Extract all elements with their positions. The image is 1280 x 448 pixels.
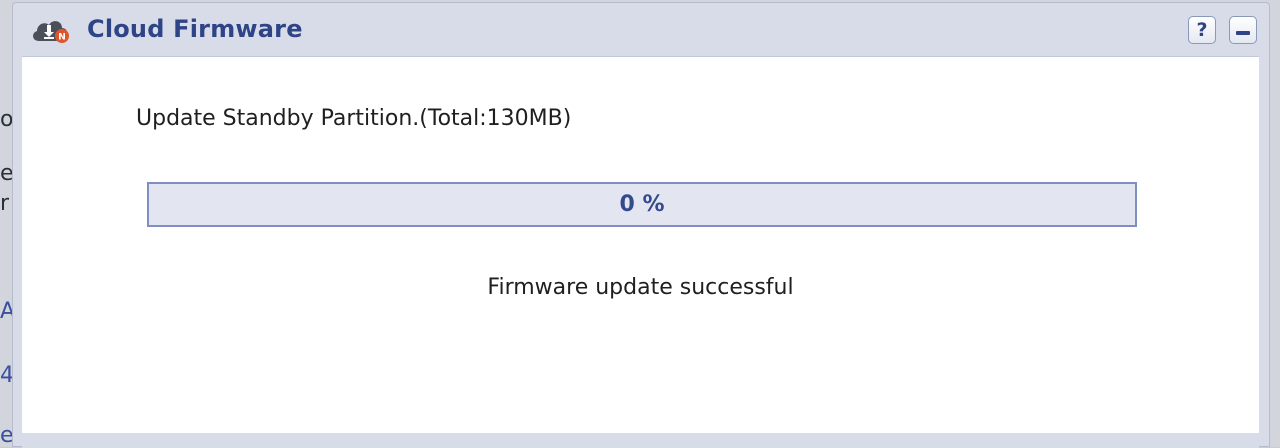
- partition-label: Update Standby Partition.(Total:130MB): [136, 106, 572, 131]
- help-icon: ?: [1196, 18, 1208, 41]
- cloud-firmware-dialog: N Cloud Firmware ? Update Standby Partit…: [12, 2, 1270, 448]
- update-status-message: Firmware update successful: [487, 275, 794, 300]
- cloud-download-icon: N: [29, 15, 73, 45]
- dialog-title: Cloud Firmware: [87, 15, 303, 43]
- minimize-button[interactable]: [1229, 16, 1257, 44]
- dialog-titlebar[interactable]: N Cloud Firmware ?: [13, 3, 1269, 55]
- dialog-footer: [22, 433, 1259, 448]
- minimize-icon: [1236, 31, 1250, 35]
- help-button[interactable]: ?: [1188, 16, 1216, 44]
- dialog-content: Update Standby Partition.(Total:130MB) 0…: [22, 56, 1259, 433]
- progress-percentage: 0 %: [619, 192, 665, 217]
- background-text-fragment: r: [0, 191, 10, 216]
- firmware-progress-bar: 0 %: [147, 182, 1137, 227]
- svg-text:N: N: [58, 33, 66, 43]
